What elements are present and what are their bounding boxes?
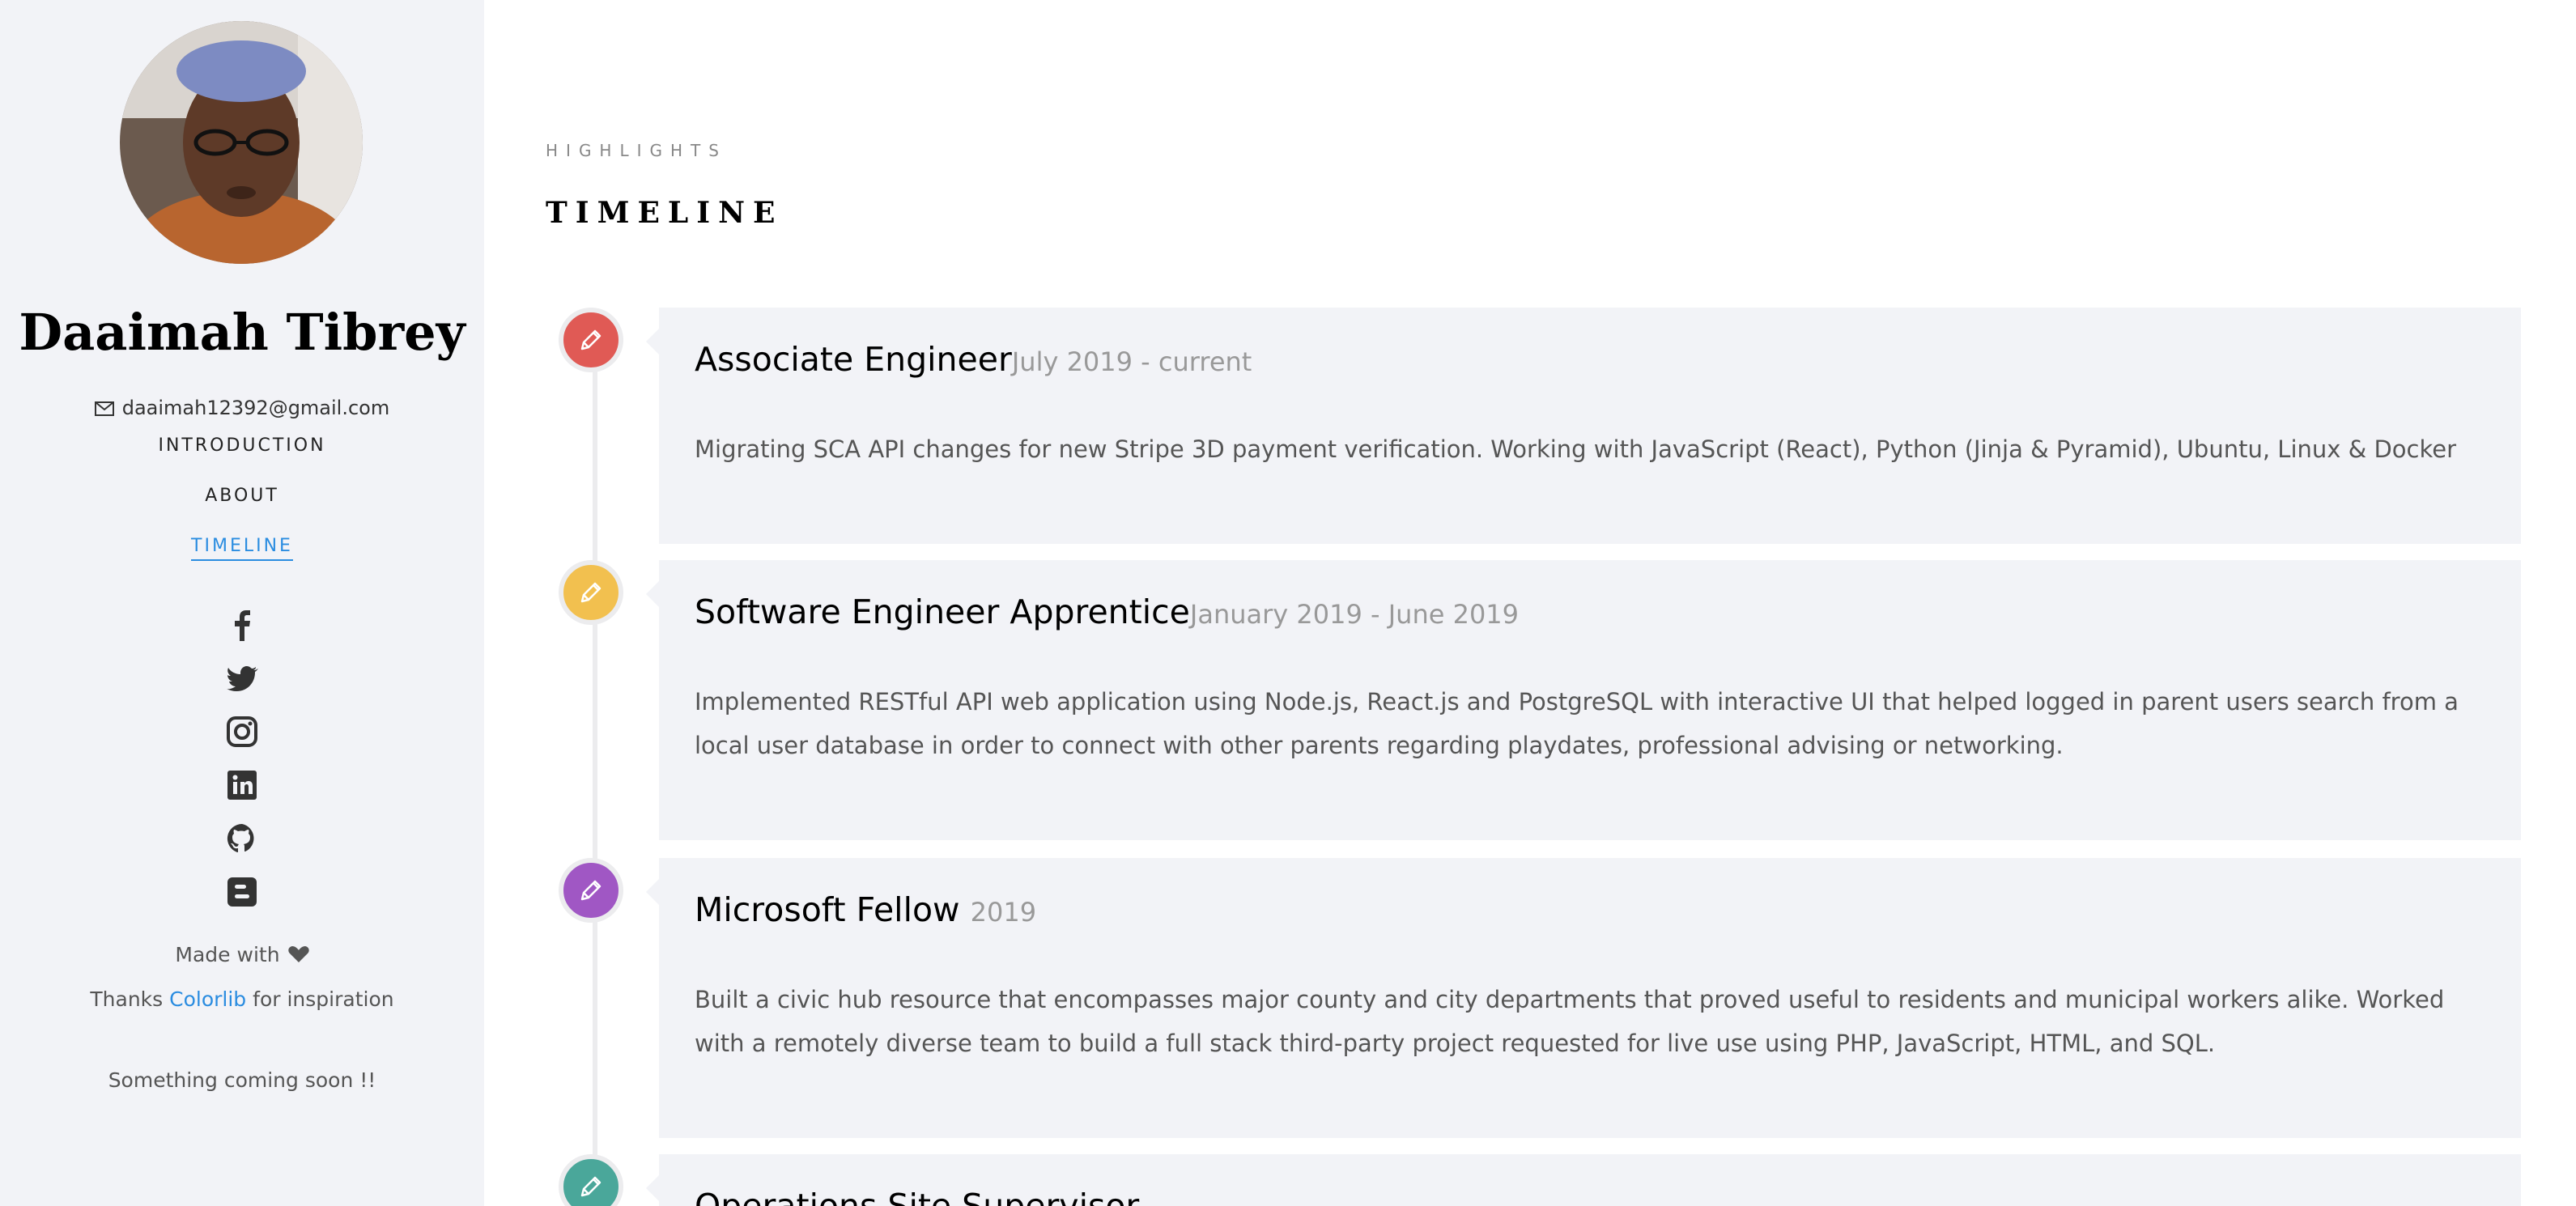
section-eyebrow: HIGHLIGHTS: [546, 141, 727, 160]
nav-about[interactable]: ABOUT: [0, 482, 484, 533]
nav-timeline[interactable]: TIMELINE: [0, 533, 484, 583]
main-nav: INTRODUCTION ABOUT TIMELINE: [0, 432, 484, 583]
entry-title-text: Associate Engineer: [695, 340, 1012, 379]
main-content: HIGHLIGHTS TIMELINE Associate EngineerJu…: [484, 0, 2576, 1206]
mail-icon: [94, 398, 114, 421]
colorlib-link[interactable]: Colorlib: [169, 987, 246, 1011]
nav-label: INTRODUCTION: [158, 435, 326, 456]
facebook-icon[interactable]: [226, 609, 258, 641]
email-text[interactable]: daaimah12392@gmail.com: [122, 397, 390, 419]
timeline-card: Operations Site Supervisor: [646, 1154, 2521, 1206]
sidebar: Daaimah Tibrey daaimah12392@gmail.com IN…: [0, 0, 484, 1206]
nav-introduction[interactable]: INTRODUCTION: [0, 432, 484, 482]
linkedin-icon[interactable]: [226, 769, 258, 801]
entry-description: Implemented RESTful API web application …: [695, 688, 2459, 759]
entry-title: Operations Site Supervisor: [695, 1187, 1139, 1206]
entry-title: Associate EngineerJuly 2019 - current: [695, 340, 1252, 379]
made-with: Made with: [0, 943, 484, 968]
blogger-icon[interactable]: [226, 876, 258, 908]
social-links: [0, 609, 484, 929]
instagram-icon[interactable]: [226, 716, 258, 748]
entry-date: July 2019 - current: [1011, 346, 1252, 377]
pencil-icon: [559, 858, 623, 923]
pencil-icon: [559, 560, 623, 625]
entry-title-text: Operations Site Supervisor: [695, 1187, 1140, 1206]
timeline-card: Associate EngineerJuly 2019 - current Mi…: [646, 308, 2521, 544]
pencil-icon: [559, 308, 623, 372]
nav-label: ABOUT: [205, 486, 279, 506]
thanks-line: Thanks Colorlib for inspiration: [0, 987, 484, 1011]
profile-name: Daaimah Tibrey: [19, 303, 465, 362]
timeline-line: [593, 340, 597, 1206]
entry-title-text: Microsoft Fellow: [695, 890, 960, 929]
page-title: TIMELINE: [546, 196, 784, 230]
entry-date: 2019: [970, 897, 1037, 928]
entry-description: Migrating SCA API changes for new Stripe…: [695, 435, 2457, 463]
entry-title: Microsoft Fellow 2019: [695, 890, 1036, 929]
heart-icon: [287, 945, 309, 968]
timeline-card: Software Engineer ApprenticeJanuary 2019…: [646, 560, 2521, 840]
thanks-suffix: for inspiration: [253, 987, 394, 1011]
pencil-icon: [559, 1154, 623, 1206]
avatar: [120, 21, 363, 264]
made-with-text: Made with: [175, 943, 280, 966]
timeline-card: Microsoft Fellow 2019 Built a civic hub …: [646, 858, 2521, 1138]
entry-title: Software Engineer ApprenticeJanuary 2019…: [695, 592, 1519, 631]
twitter-icon[interactable]: [226, 662, 258, 694]
entry-title-text: Software Engineer Apprentice: [695, 592, 1190, 631]
timeline-entry: Operations Site Supervisor: [484, 1154, 2576, 1206]
entry-date: January 2019 - June 2019: [1189, 599, 1520, 630]
github-icon[interactable]: [226, 822, 258, 855]
nav-label: TIMELINE: [191, 536, 293, 561]
entry-description: Built a civic hub resource that encompas…: [695, 986, 2445, 1057]
coming-soon-text: Something coming soon !!: [108, 1068, 376, 1092]
email-row[interactable]: daaimah12392@gmail.com: [0, 397, 484, 421]
thanks-prefix: Thanks: [90, 987, 164, 1011]
